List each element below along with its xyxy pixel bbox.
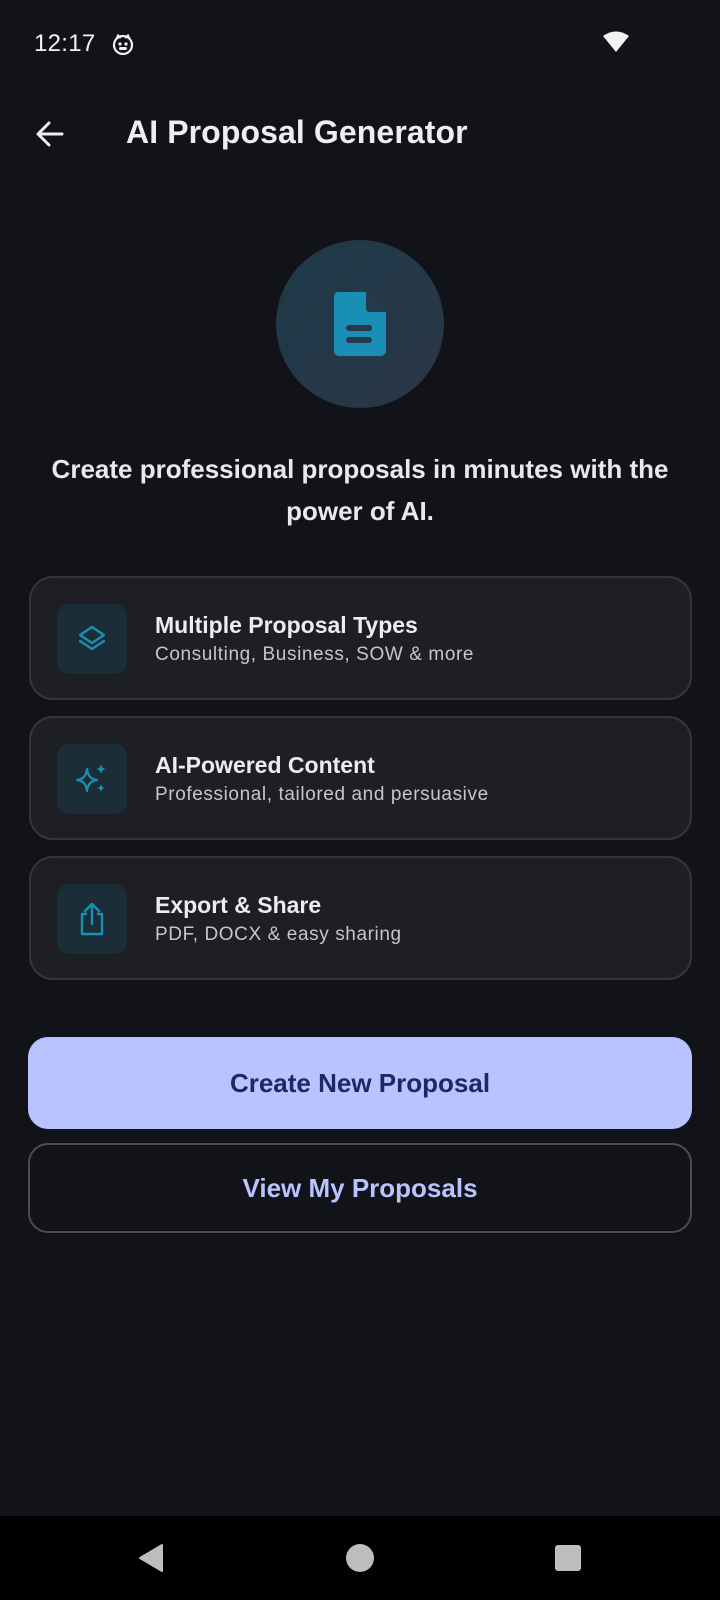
square-recents-icon	[555, 1545, 581, 1571]
feature-icon-box	[57, 884, 127, 954]
feature-subtitle: PDF, DOCX & easy sharing	[155, 924, 402, 945]
circle-home-icon	[346, 1544, 374, 1572]
status-time: 12:17	[34, 30, 96, 57]
back-button[interactable]	[30, 114, 70, 154]
feature-subtitle: Consulting, Business, SOW & more	[155, 644, 475, 665]
feature-title: Multiple Proposal Types	[155, 612, 418, 638]
cat-face-icon	[112, 33, 133, 55]
system-nav-bar	[0, 1516, 720, 1600]
view-my-proposals-button[interactable]: View My Proposals	[28, 1143, 692, 1233]
sparkles-icon	[75, 764, 106, 793]
app-bar: AI Proposal Generator	[0, 96, 720, 172]
feature-card-export-share: Export & Share PDF, DOCX & easy sharing	[29, 856, 692, 980]
status-bar: 12:17	[0, 0, 720, 88]
feature-title: Export & Share	[155, 892, 322, 918]
nav-recents-button[interactable]	[548, 1538, 588, 1578]
share-icon	[80, 902, 104, 936]
nav-back-button[interactable]	[132, 1538, 172, 1578]
feature-card-proposal-types: Multiple Proposal Types Consulting, Busi…	[29, 576, 692, 700]
hero-icon-circle	[276, 240, 444, 408]
wifi-icon	[603, 31, 629, 52]
feature-icon-box	[57, 744, 127, 814]
hero-tagline: Create professional proposals in minutes…	[51, 454, 669, 526]
triangle-back-icon	[139, 1544, 163, 1572]
feature-icon-box	[57, 604, 127, 674]
nav-home-button[interactable]	[340, 1538, 380, 1578]
feature-subtitle: Professional, tailored and persuasive	[155, 784, 489, 805]
layers-icon	[78, 625, 106, 651]
feature-card-ai-content: AI-Powered Content Professional, tailore…	[29, 716, 692, 840]
create-new-proposal-button[interactable]: Create New Proposal	[28, 1037, 692, 1129]
page-title: AI Proposal Generator	[126, 114, 468, 150]
arrow-left-icon	[36, 121, 64, 147]
feature-title: AI-Powered Content	[155, 752, 375, 778]
document-icon	[334, 292, 386, 356]
